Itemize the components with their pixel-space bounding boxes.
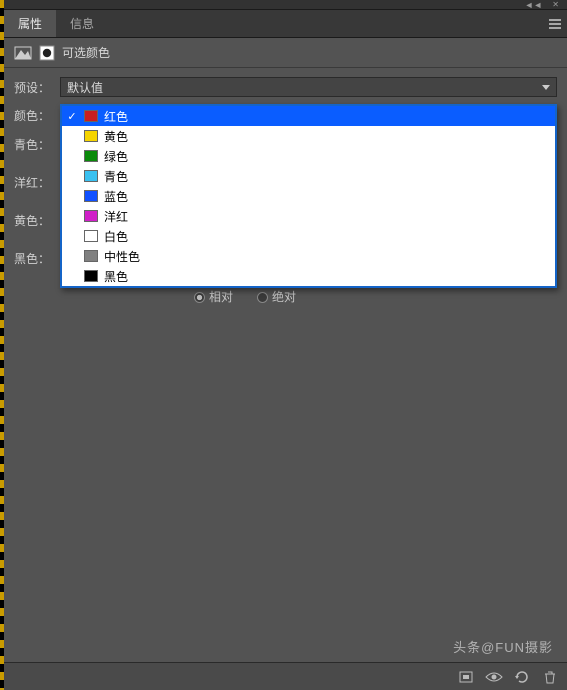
option-swatch xyxy=(84,210,98,222)
color-option-8[interactable]: 黑色 xyxy=(62,266,555,286)
option-swatch xyxy=(84,110,98,122)
color-option-3[interactable]: 青色 xyxy=(62,166,555,186)
close-icon[interactable]: ✕ xyxy=(552,0,559,9)
option-swatch xyxy=(84,190,98,202)
relative-radio[interactable]: 相对 xyxy=(194,288,233,305)
cyan-label: 青色： xyxy=(14,136,54,153)
chevron-down-icon xyxy=(542,85,550,90)
color-option-4[interactable]: 蓝色 xyxy=(62,186,555,206)
color-option-5[interactable]: 洋红 xyxy=(62,206,555,226)
yellow-label: 黄色： xyxy=(14,212,54,229)
black-label: 黑色： xyxy=(14,250,54,267)
option-swatch xyxy=(84,250,98,262)
visibility-icon[interactable] xyxy=(485,669,503,685)
delete-icon[interactable] xyxy=(541,669,559,685)
preset-value: 默认值 xyxy=(67,79,103,96)
option-swatch xyxy=(84,270,98,282)
option-label: 青色 xyxy=(104,168,128,185)
tab-properties[interactable]: 属性 xyxy=(4,10,56,37)
option-swatch xyxy=(84,230,98,242)
adjustment-header: 可选颜色 xyxy=(4,38,567,68)
color-dropdown[interactable]: ✓ 红色黄色绿色青色蓝色洋红白色中性色黑色 xyxy=(60,104,557,288)
tab-bar-gap xyxy=(108,10,543,37)
option-label: 绿色 xyxy=(104,148,128,165)
preset-label: 预设： xyxy=(14,79,54,96)
preset-select[interactable]: 默认值 xyxy=(60,77,557,97)
mask-icon[interactable] xyxy=(38,45,56,61)
panel-footer xyxy=(4,662,567,690)
option-label: 中性色 xyxy=(104,248,140,265)
option-label: 红色 xyxy=(104,108,128,125)
option-label: 黄色 xyxy=(104,128,128,145)
tab-bar: 属性 信息 xyxy=(4,10,567,38)
option-swatch xyxy=(84,170,98,182)
panel-titlebar: ◄◄ ✕ xyxy=(4,0,567,10)
collapse-icon[interactable]: ◄◄ xyxy=(524,0,542,10)
method-row: 相对 绝对 xyxy=(194,288,296,305)
color-option-6[interactable]: 白色 xyxy=(62,226,555,246)
option-label: 洋红 xyxy=(104,208,128,225)
absolute-radio[interactable]: 绝对 xyxy=(257,288,296,305)
color-option-2[interactable]: 绿色 xyxy=(62,146,555,166)
magenta-label: 洋红： xyxy=(14,174,54,191)
adjustment-title: 可选颜色 xyxy=(62,44,110,61)
color-option-1[interactable]: 黄色 xyxy=(62,126,555,146)
reset-icon[interactable] xyxy=(513,669,531,685)
option-swatch xyxy=(84,150,98,162)
option-swatch xyxy=(84,130,98,142)
panel-body: 预设： 默认值 颜色： 红色 青色： 洋红： 黄色： xyxy=(4,68,567,662)
option-label: 蓝色 xyxy=(104,188,128,205)
selective-color-icon xyxy=(14,45,32,61)
panel-menu-icon[interactable] xyxy=(543,10,567,37)
preset-row: 预设： 默认值 xyxy=(14,76,557,98)
clip-icon[interactable] xyxy=(457,669,475,685)
properties-panel: ◄◄ ✕ 属性 信息 可选颜色 预设： 默认值 xyxy=(4,0,567,690)
check-icon: ✓ xyxy=(66,110,78,123)
tab-info[interactable]: 信息 xyxy=(56,10,108,37)
color-label: 颜色： xyxy=(14,107,54,124)
color-option-0[interactable]: ✓ 红色 xyxy=(62,106,555,126)
option-label: 黑色 xyxy=(104,268,128,285)
color-option-7[interactable]: 中性色 xyxy=(62,246,555,266)
option-label: 白色 xyxy=(104,228,128,245)
